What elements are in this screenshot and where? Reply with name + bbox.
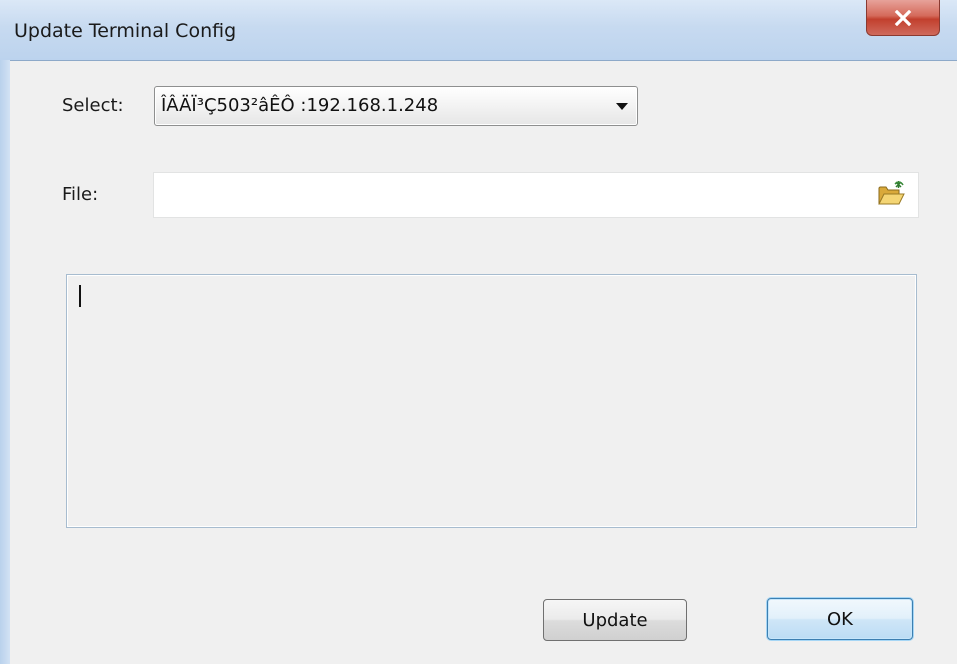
- window-frame-edge: [0, 60, 10, 664]
- text-caret: [79, 285, 81, 307]
- title-bar[interactable]: Update Terminal Config: [0, 0, 957, 60]
- window-title: Update Terminal Config: [14, 20, 237, 42]
- select-label: Select:: [62, 95, 124, 116]
- close-button[interactable]: [866, 0, 940, 36]
- file-label: File:: [62, 184, 99, 205]
- divider: [10, 60, 957, 61]
- terminal-select-value: ÎÂÄÏ³Ç503²âÊÔ :192.168.1.248: [161, 95, 439, 116]
- ok-button[interactable]: OK: [767, 598, 913, 640]
- file-path-input[interactable]: [153, 172, 919, 218]
- folder-open-icon[interactable]: [876, 179, 906, 209]
- close-icon: [894, 9, 912, 26]
- terminal-select[interactable]: ÎÂÄÏ³Ç503²âÊÔ :192.168.1.248: [154, 86, 638, 126]
- update-terminal-config-dialog: Update Terminal Config Select: ÎÂÄÏ³Ç503…: [0, 0, 957, 664]
- log-output-area[interactable]: [66, 274, 917, 528]
- chevron-down-icon: [616, 103, 628, 110]
- update-button[interactable]: Update: [543, 599, 687, 641]
